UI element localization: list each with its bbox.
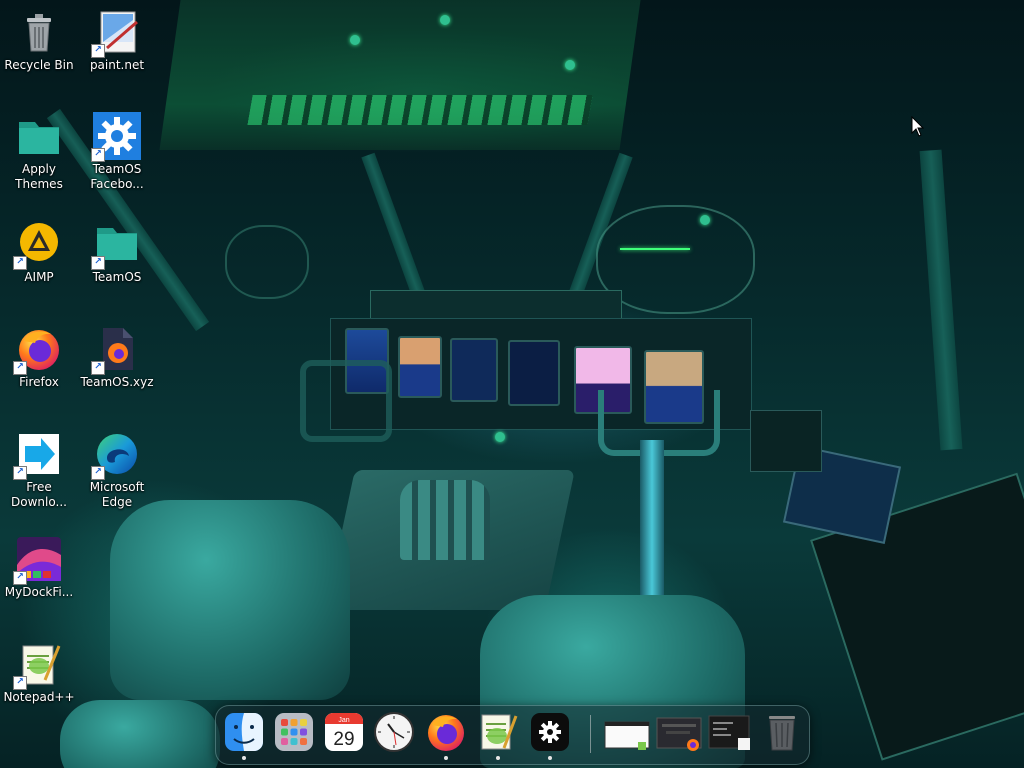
firefox-file-icon: ↗: [91, 325, 141, 375]
mydockfinder-icon: ↗: [13, 535, 63, 585]
panel-light: [440, 15, 450, 25]
window-thumbnail-icon: [708, 715, 750, 750]
panel-light: [350, 35, 360, 45]
calendar-month: Jan: [338, 717, 349, 724]
clock-icon: [374, 712, 414, 752]
shortcut-arrow-icon: ↗: [13, 571, 27, 585]
desktop-icon-firefox[interactable]: ↗ Firefox: [1, 325, 77, 390]
display-4: [508, 340, 560, 406]
dock-trash[interactable]: [762, 712, 802, 752]
desktop-icon-free-download-manager[interactable]: ↗ Free Downlo...: [1, 430, 77, 510]
dock-separator: [590, 715, 591, 753]
dock-launchpad[interactable]: [274, 712, 314, 752]
launchpad-icon: [275, 713, 313, 751]
display-3: [450, 338, 498, 402]
desktop-icon-apply-themes[interactable]: Apply Themes: [1, 112, 77, 192]
hud-line: [620, 248, 690, 250]
desktop-icon-label: Apply Themes: [15, 162, 63, 191]
shortcut-arrow-icon: ↗: [91, 148, 105, 162]
desktop-icon-teamos-folder[interactable]: ↗ TeamOS: [79, 220, 155, 285]
desktop-icon-microsoft-edge[interactable]: ↗ Microsoft Edge: [79, 430, 155, 510]
paint-net-icon: ↗: [91, 8, 141, 58]
desktop-icon-label: TeamOS.xyz: [80, 375, 154, 389]
display-2: [398, 336, 442, 398]
calendar-day: 29: [333, 729, 354, 750]
throttle-levers: [400, 480, 490, 560]
running-indicator: [444, 756, 448, 760]
running-indicator: [548, 756, 552, 760]
aimp-icon: ↗: [13, 220, 63, 270]
desktop-icon-label: TeamOS: [92, 270, 142, 284]
gear-icon: [531, 713, 569, 751]
calendar-icon: Jan 29: [325, 713, 363, 751]
desktop-icon-label: TeamOS Facebo...: [90, 162, 144, 191]
download-arrow-icon: ↗: [13, 430, 63, 480]
yoke-left: [300, 360, 392, 442]
folder-icon: [15, 112, 63, 160]
mouse-cursor-icon: [911, 115, 925, 142]
gear-icon: ↗: [91, 112, 141, 162]
edge-icon: ↗: [91, 430, 141, 480]
panel-light: [700, 215, 710, 225]
desktop-icon-teamos-xyz[interactable]: ↗ TeamOS.xyz: [79, 325, 155, 390]
window-thumbnail-icon: [656, 717, 702, 751]
desktop-icon-label: Free Downlo...: [11, 480, 67, 509]
shortcut-arrow-icon: ↗: [13, 256, 27, 270]
window-strut-far-right: [919, 149, 963, 451]
panel-light: [495, 432, 505, 442]
dock-clock[interactable]: [374, 712, 414, 752]
shortcut-arrow-icon: ↗: [13, 466, 27, 480]
dock-settings[interactable]: [530, 712, 570, 752]
firefox-icon: ↗: [13, 325, 63, 375]
shortcut-arrow-icon: ↗: [91, 44, 105, 58]
firefox-icon: [428, 715, 464, 751]
yoke-column: [640, 440, 664, 620]
hud-left: [225, 225, 309, 299]
desktop-icon-label: paint.net: [89, 58, 145, 72]
desktop-icon-label: MyDockFi...: [4, 585, 74, 599]
overhead-panel: [159, 0, 641, 150]
dock-finder[interactable]: [224, 712, 264, 752]
desktop-icon-label: Firefox: [19, 375, 59, 389]
dock-calendar[interactable]: Jan 29: [324, 712, 364, 752]
panel-light: [565, 60, 575, 70]
seat-left: [110, 500, 350, 700]
notepad-plus-plus-icon: ↗: [13, 640, 63, 690]
shortcut-arrow-icon: ↗: [13, 676, 27, 690]
running-indicator: [496, 756, 500, 760]
overhead-switches: [247, 95, 593, 125]
notepad-plus-plus-icon: [481, 714, 518, 750]
shortcut-arrow-icon: ↗: [91, 361, 105, 375]
dock-window-thumbnail[interactable]: [708, 712, 754, 752]
dock: Jan 29: [215, 705, 810, 765]
desktop-icon-label: Recycle Bin: [4, 58, 74, 72]
finder-icon: [225, 713, 263, 751]
recycle-bin-icon: [15, 8, 63, 56]
shortcut-arrow-icon: ↗: [91, 466, 105, 480]
seat-left-lower: [60, 700, 220, 768]
desktop-icon-label: AIMP: [24, 270, 54, 284]
desktop-icon-paint-net[interactable]: ↗ paint.net: [79, 8, 155, 73]
desktop-icon-recycle-bin[interactable]: Recycle Bin: [1, 8, 77, 73]
desktop-icon-label: Notepad++: [3, 690, 75, 704]
shortcut-arrow-icon: ↗: [91, 256, 105, 270]
running-indicator: [242, 756, 246, 760]
desktop-icon-mydockfinder[interactable]: ↗ MyDockFi...: [1, 535, 77, 600]
desktop-icon-notepad-plus-plus[interactable]: ↗ Notepad++: [1, 640, 77, 705]
folder-icon: ↗: [91, 220, 141, 270]
desktop-icon-label: Microsoft Edge: [89, 480, 145, 509]
trash-icon: [769, 716, 795, 751]
shortcut-arrow-icon: ↗: [13, 361, 27, 375]
dock-window-thumbnail[interactable]: [604, 712, 650, 752]
dock-firefox[interactable]: [426, 712, 466, 752]
desktop-icon-teamos-facebook[interactable]: ↗ TeamOS Facebo...: [79, 112, 155, 192]
desktop-icon-aimp[interactable]: ↗ AIMP: [1, 220, 77, 285]
dock-window-thumbnail[interactable]: [656, 712, 702, 752]
side-display: [750, 410, 822, 472]
dock-notepad-plus-plus[interactable]: [478, 712, 518, 752]
window-thumbnail-icon: [604, 721, 650, 750]
